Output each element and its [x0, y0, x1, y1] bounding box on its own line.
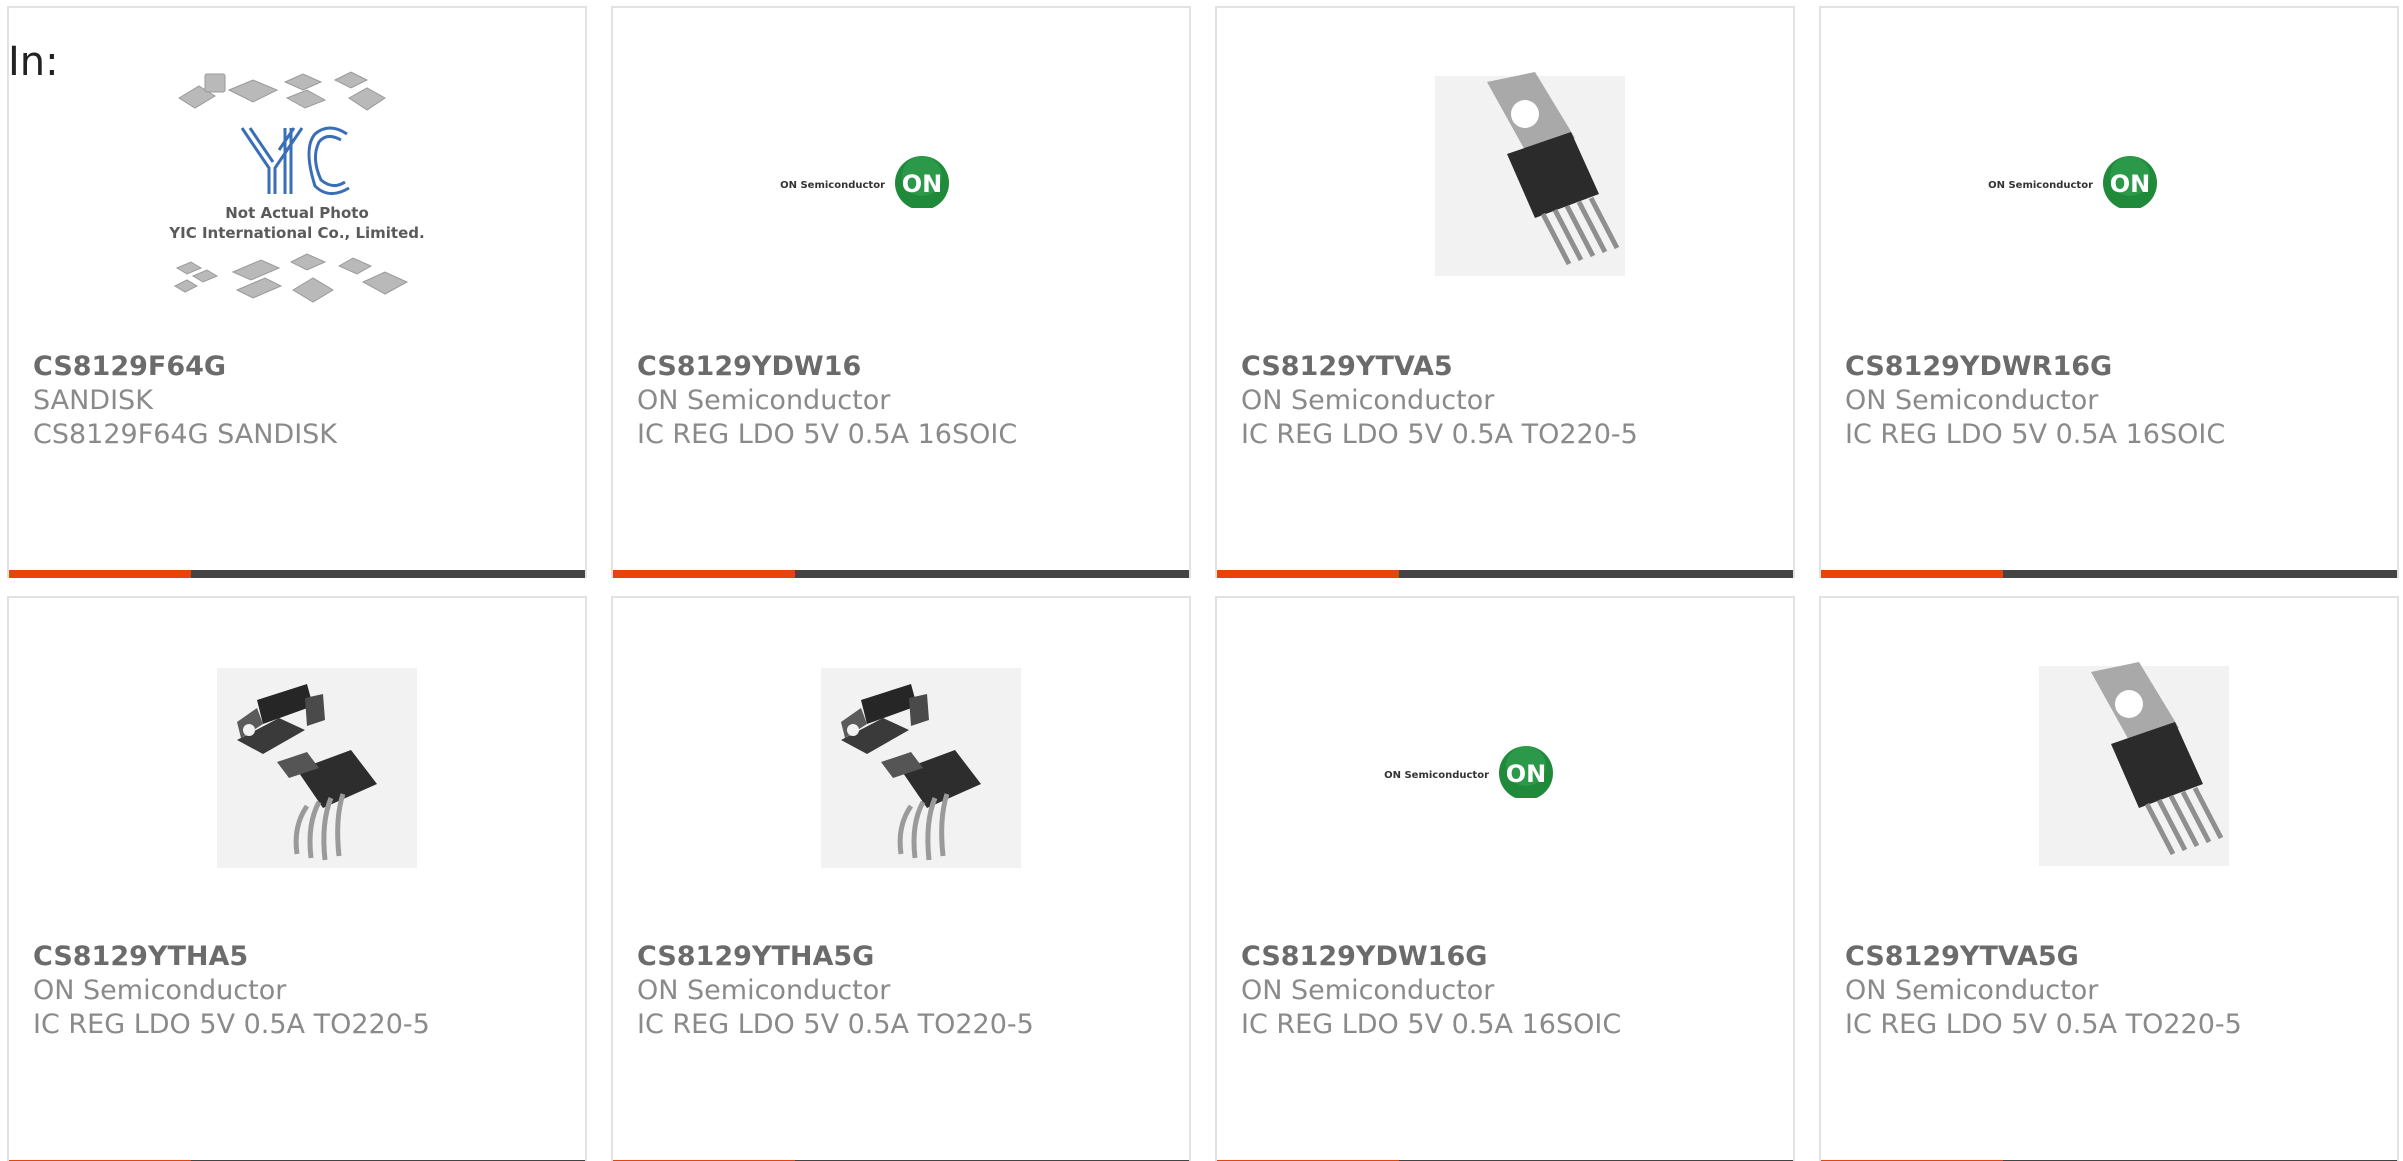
card-accent-bar: [1217, 570, 1399, 578]
manufacturer: ON Semiconductor: [1845, 975, 2099, 1006]
on-logo-badge: ON: [2110, 170, 2151, 198]
product-card[interactable]: CS8129YTVA5G ON Semiconductor IC REG LDO…: [1819, 596, 2399, 1161]
description: IC REG LDO 5V 0.5A TO220-5: [33, 1009, 430, 1040]
product-image: [613, 658, 1189, 938]
on-semiconductor-logo-icon: ON Semiconductor ON: [780, 156, 949, 208]
product-card[interactable]: ON Semiconductor ON CS8129YDW16G ON Semi…: [1215, 596, 1795, 1161]
placeholder-line1: Not Actual Photo: [225, 204, 369, 222]
description: IC REG LDO 5V 0.5A TO220-5: [637, 1009, 1034, 1040]
to220-bent-package-icon: [821, 668, 1021, 868]
product-info: CS8129YDW16G ON Semiconductor IC REG LDO…: [1241, 940, 1773, 1042]
card-accent-bar: [1821, 570, 2003, 578]
to220-vertical-package-icon: [2039, 662, 2229, 866]
product-card[interactable]: CS8129YTHA5 ON Semiconductor IC REG LDO …: [7, 596, 587, 1161]
on-logo-badge: ON: [1506, 760, 1547, 788]
card-bottom-bar: [9, 570, 585, 578]
product-info: CS8129YDW16 ON Semiconductor IC REG LDO …: [637, 350, 1169, 452]
on-logo-wordmark: ON Semiconductor: [1384, 770, 1489, 781]
description: IC REG LDO 5V 0.5A TO220-5: [1845, 1009, 2242, 1040]
part-number[interactable]: CS8129YTVA5: [1241, 350, 1773, 384]
product-card[interactable]: ON Semiconductor ON CS8129YDWR16G ON Sem…: [1819, 6, 2399, 578]
card-bottom-bar: [1217, 570, 1793, 578]
in-label: In:: [8, 39, 59, 85]
product-info: CS8129YDWR16G ON Semiconductor IC REG LD…: [1845, 350, 2377, 452]
placeholder-product-photo-icon: Not Actual Photo YIC International Co., …: [168, 71, 425, 303]
product-grid: Not Actual Photo YIC International Co., …: [7, 6, 2399, 1161]
product-card[interactable]: CS8129YTHA5G ON Semiconductor IC REG LDO…: [611, 596, 1191, 1161]
manufacturer: SANDISK: [33, 385, 153, 416]
on-semiconductor-logo-icon: ON Semiconductor ON: [1988, 156, 2157, 208]
part-number[interactable]: CS8129YDW16G: [1241, 940, 1773, 974]
part-number[interactable]: CS8129YTHA5G: [637, 940, 1169, 974]
product-image: [9, 658, 585, 938]
manufacturer: ON Semiconductor: [637, 385, 891, 416]
product-info: CS8129YTVA5 ON Semiconductor IC REG LDO …: [1241, 350, 1773, 452]
manufacturer: ON Semiconductor: [1241, 385, 1495, 416]
to220-bent-package-icon: [217, 668, 417, 868]
part-number[interactable]: CS8129YDWR16G: [1845, 350, 2377, 384]
on-logo-wordmark: ON Semiconductor: [1988, 180, 2093, 191]
description: IC REG LDO 5V 0.5A 16SOIC: [1845, 419, 2226, 450]
product-image: [1217, 68, 1793, 348]
product-image: Not Actual Photo YIC International Co., …: [9, 68, 585, 348]
product-info: CS8129YTHA5 ON Semiconductor IC REG LDO …: [33, 940, 565, 1042]
manufacturer: ON Semiconductor: [637, 975, 891, 1006]
product-listing-page: In: Not Actual Photo YIC International C…: [0, 0, 2403, 1161]
part-number[interactable]: CS8129YTVA5G: [1845, 940, 2377, 974]
manufacturer: ON Semiconductor: [1241, 975, 1495, 1006]
description: IC REG LDO 5V 0.5A TO220-5: [1241, 419, 1638, 450]
description: IC REG LDO 5V 0.5A 16SOIC: [637, 419, 1018, 450]
product-info: CS8129YTHA5G ON Semiconductor IC REG LDO…: [637, 940, 1169, 1042]
placeholder-line2: YIC International Co., Limited.: [168, 224, 424, 242]
manufacturer: ON Semiconductor: [33, 975, 287, 1006]
product-info: CS8129YTVA5G ON Semiconductor IC REG LDO…: [1845, 940, 2377, 1042]
on-logo-wordmark: ON Semiconductor: [780, 180, 885, 191]
product-card[interactable]: ON Semiconductor ON CS8129YDW16 ON Semic…: [611, 6, 1191, 578]
description: CS8129F64G SANDISK: [33, 419, 338, 450]
on-logo-badge: ON: [902, 170, 943, 198]
card-accent-bar: [613, 570, 795, 578]
product-card[interactable]: Not Actual Photo YIC International Co., …: [7, 6, 587, 578]
to220-vertical-package-icon: [1435, 72, 1625, 276]
description: IC REG LDO 5V 0.5A 16SOIC: [1241, 1009, 1622, 1040]
card-bottom-bar: [1821, 570, 2397, 578]
on-semiconductor-logo-icon: ON Semiconductor ON: [1384, 746, 1553, 798]
part-number[interactable]: CS8129YTHA5: [33, 940, 565, 974]
card-bottom-bar: [613, 570, 1189, 578]
product-image: ON Semiconductor ON: [1821, 68, 2397, 348]
product-image: ON Semiconductor ON: [613, 68, 1189, 348]
manufacturer: ON Semiconductor: [1845, 385, 2099, 416]
product-image: [1821, 658, 2397, 938]
part-number[interactable]: CS8129YDW16: [637, 350, 1169, 384]
product-card[interactable]: CS8129YTVA5 ON Semiconductor IC REG LDO …: [1215, 6, 1795, 578]
product-info: CS8129F64G SANDISK CS8129F64G SANDISK: [33, 350, 565, 452]
card-accent-bar: [9, 570, 191, 578]
part-number[interactable]: CS8129F64G: [33, 350, 565, 384]
product-image: ON Semiconductor ON: [1217, 658, 1793, 938]
